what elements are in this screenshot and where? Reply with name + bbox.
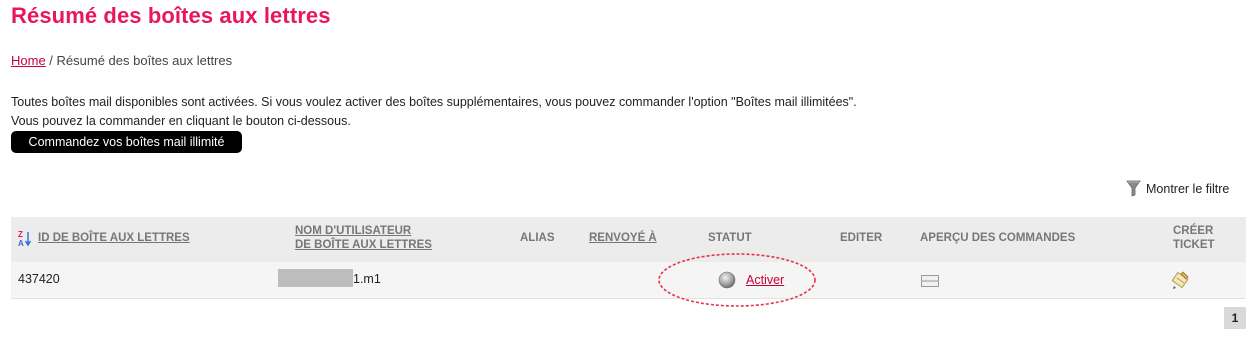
- ticket-pencil-icon[interactable]: [1171, 270, 1191, 290]
- column-header-create-ticket-line1: CRÉER: [1173, 225, 1214, 237]
- highlight-annotation-ellipse: [658, 253, 816, 307]
- column-header-forwarded-to[interactable]: RENVOYÉ À: [589, 232, 657, 245]
- order-unlimited-mailboxes-button[interactable]: Commandez vos boîtes mail illimité: [11, 131, 242, 153]
- column-header-username-line2[interactable]: DE BOÎTE AUX LETTRES: [295, 239, 432, 252]
- mailbox-id-cell: 437420: [18, 272, 60, 286]
- column-header-order-preview: APERÇU DES COMMANDES: [920, 232, 1076, 244]
- svg-text:Z: Z: [18, 230, 23, 239]
- breadcrumb-separator: /: [45, 53, 57, 68]
- table-row: 437420 1.m1 Activer: [11, 262, 1246, 299]
- breadcrumb-current: Résumé des boîtes aux lettres: [56, 53, 233, 68]
- redacted-username-block: [278, 269, 353, 287]
- intro-text: Toutes boîtes mail disponibles sont acti…: [11, 93, 857, 131]
- username-cell-suffix: 1.m1: [353, 272, 381, 286]
- breadcrumb: Home / Résumé des boîtes aux lettres: [11, 53, 232, 68]
- column-header-create-ticket-line2: TICKET: [1173, 239, 1215, 251]
- intro-line-1: Toutes boîtes mail disponibles sont acti…: [11, 95, 857, 109]
- column-header-alias: ALIAS: [520, 232, 555, 244]
- column-header-status: STATUT: [708, 232, 752, 244]
- svg-text:A: A: [18, 239, 24, 247]
- show-filter-link[interactable]: Montrer le filtre: [1126, 180, 1229, 197]
- mailbox-table-header: Z A ID DE BOÎTE AUX LETTRES NOM D'UTILIS…: [11, 217, 1246, 262]
- breadcrumb-home-link[interactable]: Home: [11, 53, 46, 68]
- column-header-username-line1[interactable]: NOM D'UTILISATEUR: [295, 225, 411, 238]
- show-filter-label: Montrer le filtre: [1146, 181, 1230, 196]
- column-header-mailbox-id[interactable]: ID DE BOÎTE AUX LETTRES: [38, 232, 190, 245]
- intro-line-2: Vous pouvez la commander en cliquant le …: [11, 114, 351, 128]
- order-preview-icon[interactable]: [921, 275, 939, 287]
- pagination-page-1[interactable]: 1: [1224, 307, 1246, 329]
- column-header-edit: EDITER: [840, 232, 883, 244]
- funnel-icon: [1126, 180, 1141, 197]
- sort-az-icon[interactable]: Z A: [18, 230, 32, 247]
- page-title: Résumé des boîtes aux lettres: [11, 3, 331, 28]
